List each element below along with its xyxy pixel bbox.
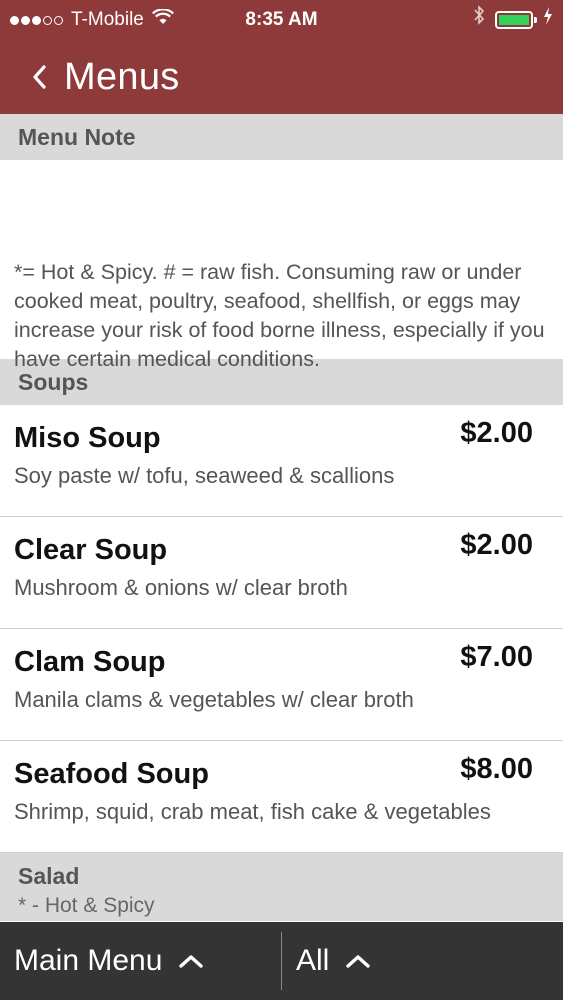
item-price: $2.00	[460, 417, 533, 449]
menu-note-text: *= Hot & Spicy. # = raw fish. Consuming …	[0, 160, 563, 371]
item-description: Soy paste w/ tofu, seaweed & scallions	[14, 463, 395, 488]
status-bar: T-Mobile 8:35 AM	[0, 0, 563, 40]
item-name: Miso Soup	[14, 422, 161, 454]
toolbar-divider	[281, 932, 282, 990]
chevron-up-icon	[178, 953, 204, 969]
bluetooth-icon	[473, 0, 485, 40]
item-price: $2.00	[460, 529, 533, 561]
battery-fill	[499, 15, 529, 25]
navigation-bar: Menus	[0, 40, 563, 114]
menu-item-clear-soup[interactable]: Clear Soup $2.00 Mushroom & onions w/ cl…	[0, 517, 563, 629]
battery-icon	[495, 11, 537, 29]
item-description: Shrimp, squid, crab meat, fish cake & ve…	[14, 799, 491, 824]
section-header-salad: Salad * - Hot & Spicy	[0, 853, 563, 921]
charging-bolt-icon	[543, 0, 553, 40]
item-price: $8.00	[460, 753, 533, 785]
section-title: Salad	[18, 863, 80, 889]
chevron-left-icon	[32, 65, 46, 89]
menu-item-clam-soup[interactable]: Clam Soup $7.00 Manila clams & vegetable…	[0, 629, 563, 741]
menu-item-seafood-soup[interactable]: Seafood Soup $8.00 Shrimp, squid, crab m…	[0, 741, 563, 853]
back-button[interactable]: Menus	[0, 56, 180, 99]
page-title: Menus	[64, 55, 180, 98]
battery-tip	[534, 17, 537, 23]
item-description: Mushroom & onions w/ clear broth	[14, 575, 348, 600]
section-header-menu-note: Menu Note	[0, 114, 563, 160]
item-price: $7.00	[460, 641, 533, 673]
menu-item-miso-soup[interactable]: Miso Soup $2.00 Soy paste w/ tofu, seawe…	[0, 405, 563, 517]
item-description: Manila clams & vegetables w/ clear broth	[14, 687, 414, 712]
main-menu-button[interactable]: Main Menu	[14, 922, 204, 1000]
all-filter-button[interactable]: All	[296, 922, 371, 1000]
main-menu-label: Main Menu	[14, 944, 163, 977]
bottom-toolbar: Main Menu All	[0, 922, 563, 1000]
status-right	[473, 0, 553, 40]
item-name: Clear Soup	[14, 534, 168, 566]
menu-content[interactable]: Menu Note *= Hot & Spicy. # = raw fish. …	[0, 114, 563, 922]
all-filter-label: All	[296, 944, 330, 977]
section-subtitle: * - Hot & Spicy	[18, 894, 155, 917]
item-name: Seafood Soup	[14, 758, 209, 790]
item-name: Clam Soup	[14, 646, 166, 678]
chevron-up-icon	[345, 953, 371, 969]
app-header: T-Mobile 8:35 AM Menus	[0, 0, 563, 114]
